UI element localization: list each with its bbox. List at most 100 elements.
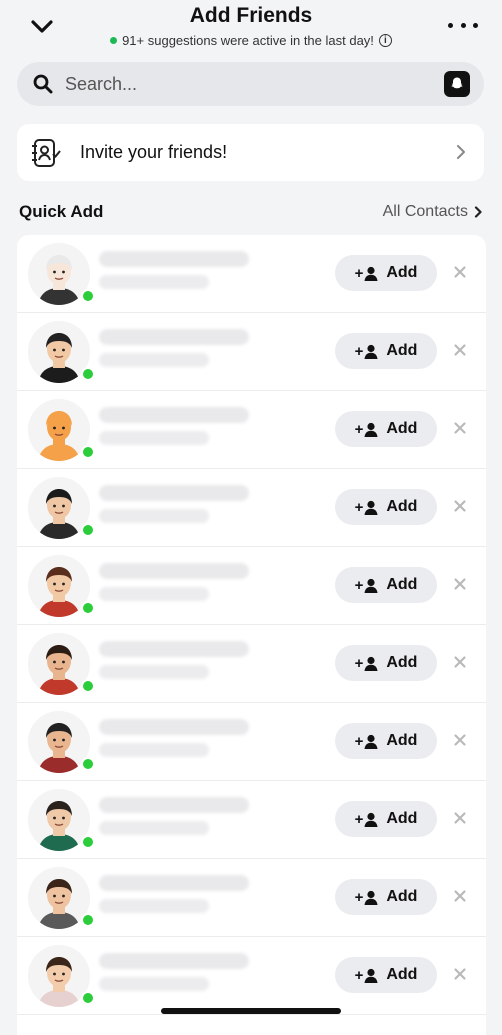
add-label: Add xyxy=(386,576,418,593)
add-label: Add xyxy=(386,420,418,437)
suggestion-row[interactable]: + Add xyxy=(17,703,486,781)
add-label: Add xyxy=(386,732,418,749)
snapcode-scan-button[interactable] xyxy=(444,71,470,97)
add-plus-sign: + xyxy=(354,576,364,594)
redacted-username xyxy=(99,431,209,445)
suggestion-row[interactable]: + Add xyxy=(17,625,486,703)
online-status-icon xyxy=(81,367,95,381)
add-friend-icon: + xyxy=(355,733,379,750)
suggestion-row[interactable]: + Add xyxy=(17,469,486,547)
avatar[interactable] xyxy=(28,243,95,305)
page-title: Add Friends xyxy=(189,4,313,27)
suggestion-row[interactable]: + Add xyxy=(17,547,486,625)
online-status-icon xyxy=(81,289,95,303)
redacted-display-name xyxy=(99,485,249,501)
add-friend-button[interactable]: + Add xyxy=(335,645,437,681)
redacted-username xyxy=(99,821,209,835)
avatar[interactable] xyxy=(28,633,95,695)
add-friend-button[interactable]: + Add xyxy=(335,567,437,603)
add-plus-sign: + xyxy=(354,498,364,516)
invite-friends-card[interactable]: Invite your friends! xyxy=(17,124,484,181)
suggestion-row[interactable]: + Add xyxy=(17,781,486,859)
header: Add Friends 91+ suggestions were active … xyxy=(0,0,502,58)
more-dot xyxy=(473,22,478,28)
redacted-username xyxy=(99,353,209,367)
add-friend-button[interactable]: + Add xyxy=(335,411,437,447)
more-options-button[interactable] xyxy=(448,18,478,32)
add-friend-button[interactable]: + Add xyxy=(335,723,437,759)
suggestion-row[interactable]: + Add xyxy=(17,391,486,469)
dismiss-suggestion-icon[interactable] xyxy=(453,967,467,981)
redacted-username xyxy=(99,665,209,679)
add-plus-sign: + xyxy=(354,966,364,984)
invite-friends-label: Invite your friends! xyxy=(80,142,228,162)
avatar[interactable] xyxy=(28,321,95,383)
quick-add-list: + Add + Add + Add + Add + Add + Add + Ad… xyxy=(17,235,486,1035)
add-plus-sign: + xyxy=(354,420,364,438)
add-friend-button[interactable]: + Add xyxy=(335,489,437,525)
online-status-icon xyxy=(81,835,95,849)
all-contacts-link[interactable]: All Contacts xyxy=(383,203,482,221)
dismiss-suggestion-icon[interactable] xyxy=(453,655,467,669)
add-label: Add xyxy=(386,810,418,827)
all-contacts-label: All Contacts xyxy=(382,203,468,220)
suggestion-row[interactable]: + Add xyxy=(17,859,486,937)
online-status-icon xyxy=(81,913,95,927)
add-plus-sign: + xyxy=(354,888,364,906)
snapchat-ghost-icon xyxy=(451,77,463,89)
suggestion-row[interactable]: + Add xyxy=(17,937,486,1015)
add-friend-button[interactable]: + Add xyxy=(335,255,437,291)
avatar[interactable] xyxy=(28,399,95,461)
quick-add-heading: Quick Add xyxy=(19,202,104,221)
add-friend-button[interactable]: + Add xyxy=(335,801,437,837)
avatar[interactable] xyxy=(28,789,95,851)
dismiss-suggestion-icon[interactable] xyxy=(453,265,467,279)
add-plus-sign: + xyxy=(354,810,364,828)
redacted-display-name xyxy=(99,563,249,579)
suggestion-row[interactable]: + Add xyxy=(17,313,486,391)
online-status-icon xyxy=(81,679,95,693)
add-friend-icon: + xyxy=(355,967,379,984)
redacted-display-name xyxy=(99,719,249,735)
dismiss-suggestion-icon[interactable] xyxy=(453,733,467,747)
online-dot-icon xyxy=(110,37,118,44)
redacted-display-name xyxy=(99,251,249,267)
online-status-icon xyxy=(81,601,95,615)
dismiss-suggestion-icon[interactable] xyxy=(453,499,467,513)
redacted-username xyxy=(99,899,209,913)
dismiss-suggestion-icon[interactable] xyxy=(453,343,467,357)
add-friend-icon: + xyxy=(355,889,379,906)
add-friend-icon: + xyxy=(355,811,379,828)
contacts-book-icon xyxy=(27,135,63,171)
avatar[interactable] xyxy=(28,711,95,773)
chevron-right-icon xyxy=(457,145,465,159)
avatar[interactable] xyxy=(28,945,95,1007)
redacted-username xyxy=(99,587,209,601)
add-label: Add xyxy=(386,498,418,515)
redacted-display-name xyxy=(99,953,249,969)
dismiss-suggestion-icon[interactable] xyxy=(453,889,467,903)
info-icon[interactable]: i xyxy=(378,34,392,47)
online-status-icon xyxy=(81,523,95,537)
search-input[interactable] xyxy=(63,72,427,96)
dismiss-suggestion-icon[interactable] xyxy=(453,421,467,435)
add-friend-button[interactable]: + Add xyxy=(335,879,437,915)
dismiss-suggestion-icon[interactable] xyxy=(453,811,467,825)
search-bar[interactable] xyxy=(17,62,484,106)
add-friend-icon: + xyxy=(355,421,379,438)
suggestion-row[interactable]: + Add xyxy=(17,235,486,313)
avatar[interactable] xyxy=(28,477,95,539)
redacted-display-name xyxy=(99,407,249,423)
more-dot xyxy=(460,22,466,28)
add-label: Add xyxy=(386,966,418,983)
add-friend-button[interactable]: + Add xyxy=(335,957,437,993)
dismiss-suggestion-icon[interactable] xyxy=(453,577,467,591)
add-label: Add xyxy=(386,264,418,281)
search-icon xyxy=(31,72,55,96)
avatar[interactable] xyxy=(28,555,95,617)
add-friend-button[interactable]: + Add xyxy=(335,333,437,369)
home-indicator xyxy=(161,1008,341,1014)
more-dot xyxy=(448,22,453,28)
avatar[interactable] xyxy=(28,867,95,929)
add-label: Add xyxy=(386,888,418,905)
